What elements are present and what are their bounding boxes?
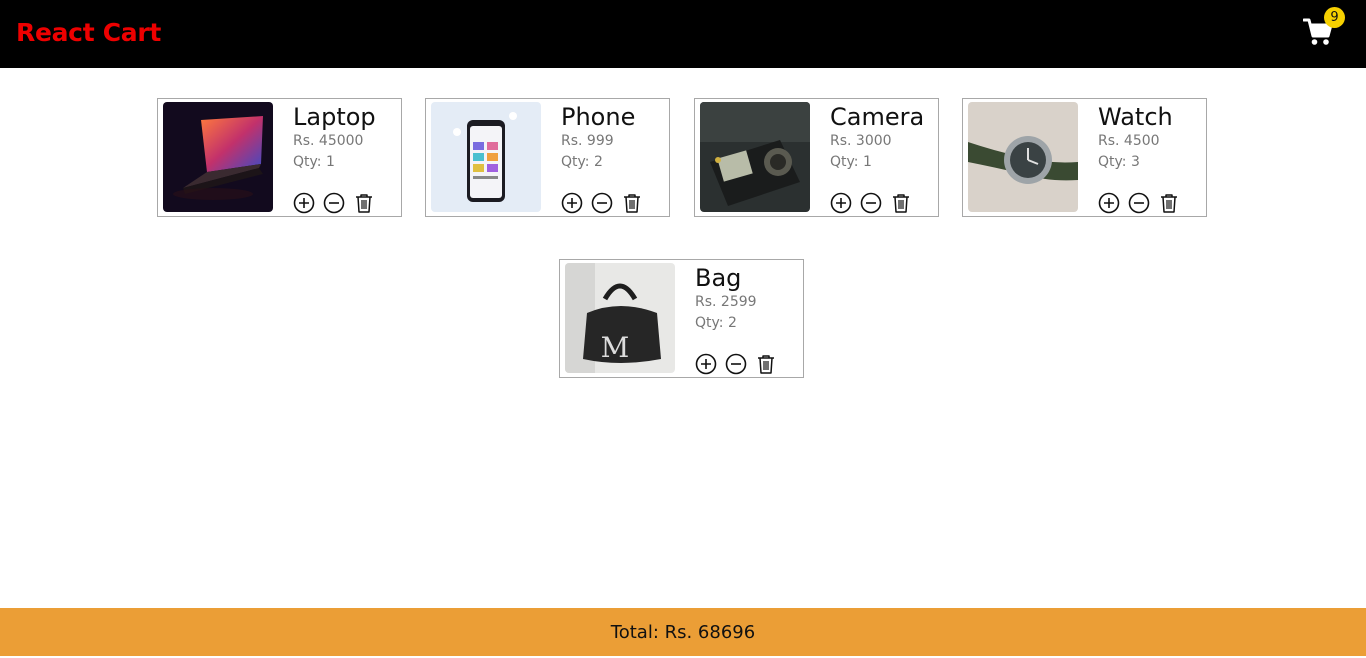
product-card: Laptop Rs. 45000 Qty: 1 <box>157 98 402 217</box>
navbar: React Cart 9 <box>0 0 1366 68</box>
product-name: Phone <box>561 103 636 131</box>
plus-circle-icon[interactable] <box>695 353 717 375</box>
product-price: Rs. 4500 <box>1098 133 1160 149</box>
bag-image: M <box>565 263 675 373</box>
trash-icon[interactable] <box>1158 192 1180 214</box>
brand-title[interactable]: React Cart <box>16 18 161 47</box>
product-price: Rs. 45000 <box>293 133 364 149</box>
plus-circle-icon[interactable] <box>830 192 852 214</box>
trash-icon[interactable] <box>353 192 375 214</box>
watch-image <box>968 102 1078 212</box>
product-qty: Qty: 2 <box>561 154 603 170</box>
minus-circle-icon[interactable] <box>860 192 882 214</box>
trash-icon[interactable] <box>621 192 643 214</box>
minus-circle-icon[interactable] <box>323 192 345 214</box>
cart-button[interactable]: 9 <box>1303 7 1345 48</box>
product-price: Rs. 999 <box>561 133 614 149</box>
product-name: Camera <box>830 103 925 131</box>
product-qty: Qty: 2 <box>695 315 737 331</box>
cart-total-bar: Total: Rs. 68696 <box>0 608 1366 656</box>
product-qty: Qty: 1 <box>830 154 872 170</box>
minus-circle-icon[interactable] <box>1128 192 1150 214</box>
trash-icon[interactable] <box>755 353 777 375</box>
laptop-image <box>163 102 273 212</box>
product-card: Phone Rs. 999 Qty: 2 <box>425 98 670 217</box>
product-price: Rs. 3000 <box>830 133 892 149</box>
camera-image <box>700 102 810 212</box>
plus-circle-icon[interactable] <box>293 192 315 214</box>
plus-circle-icon[interactable] <box>561 192 583 214</box>
minus-circle-icon[interactable] <box>591 192 613 214</box>
product-card: Watch Rs. 4500 Qty: 3 <box>962 98 1207 217</box>
plus-circle-icon[interactable] <box>1098 192 1120 214</box>
phone-image <box>431 102 541 212</box>
product-qty: Qty: 1 <box>293 154 335 170</box>
product-qty: Qty: 3 <box>1098 154 1140 170</box>
product-name: Watch <box>1098 103 1173 131</box>
product-price: Rs. 2599 <box>695 294 757 310</box>
product-name: Laptop <box>293 103 376 131</box>
svg-text:M: M <box>601 331 630 364</box>
product-card: Camera Rs. 3000 Qty: 1 <box>694 98 939 217</box>
cart-total: Total: Rs. 68696 <box>610 622 756 643</box>
product-card: M Bag Rs. 2599 Qty: 2 <box>559 259 804 378</box>
trash-icon[interactable] <box>890 192 912 214</box>
minus-circle-icon[interactable] <box>725 353 747 375</box>
cart-count-badge: 9 <box>1324 7 1345 28</box>
product-name: Bag <box>695 264 742 292</box>
